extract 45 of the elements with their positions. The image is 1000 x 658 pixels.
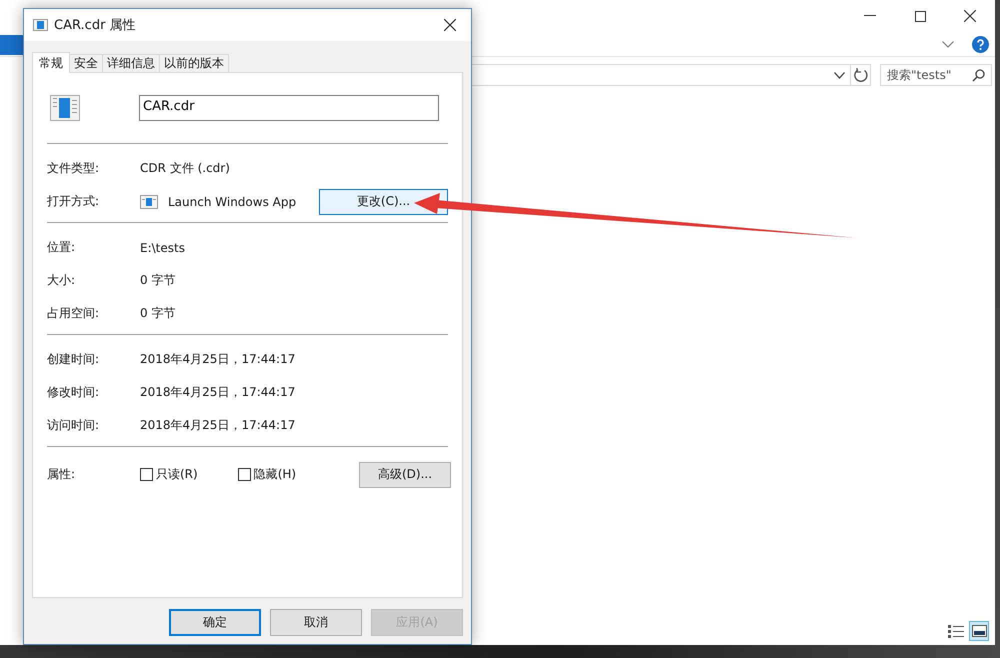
- advanced-button[interactable]: 高级(D)...: [359, 462, 451, 488]
- change-button[interactable]: 更改(C)...: [319, 188, 448, 214]
- field-value: 0 字节: [140, 305, 176, 322]
- field-value: 2018年4月25日，17:44:17: [140, 384, 296, 401]
- field-value: 0 字节: [140, 272, 176, 289]
- checkbox[interactable]: 只读(R): [140, 466, 198, 483]
- refresh-icon: [854, 68, 868, 82]
- file-type-icon: [50, 95, 80, 121]
- minimize-icon: [864, 15, 876, 17]
- chevron-down-icon[interactable]: [834, 72, 845, 78]
- search-icon: [972, 69, 985, 82]
- tab[interactable]: 安全: [69, 54, 103, 72]
- large-icons-view-icon: [972, 625, 986, 637]
- field-label: 占用空间:: [47, 305, 100, 322]
- checkbox[interactable]: 隐藏(H): [238, 466, 296, 483]
- file-name-field[interactable]: CAR.cdr: [139, 95, 439, 121]
- field-label: 打开方式:: [47, 193, 100, 210]
- help-icon[interactable]: [972, 36, 989, 52]
- maximize-icon: [914, 10, 926, 22]
- file-icon: [33, 19, 48, 31]
- tab[interactable]: 常规: [32, 52, 70, 73]
- field-label: 创建时间:: [47, 351, 100, 368]
- dialog-button[interactable]: 取消: [270, 609, 362, 636]
- field-value: E:\tests: [140, 240, 185, 254]
- field-value: Launch Windows App: [168, 194, 296, 208]
- search-field[interactable]: 搜索"tests": [880, 64, 992, 86]
- chevron-down-icon[interactable]: [942, 40, 954, 48]
- tab[interactable]: 详细信息: [102, 54, 160, 72]
- field-value: 2018年4月25日，17:44:17: [140, 351, 296, 368]
- field-label: 修改时间:: [47, 384, 100, 401]
- window-title: CAR.cdr 属性: [54, 17, 136, 34]
- tab[interactable]: 以前的版本: [159, 54, 229, 72]
- field-value: 2018年4月25日，17:44:17: [140, 417, 296, 434]
- field-value: CDR 文件 (.cdr): [140, 160, 230, 177]
- field-label: 属性:: [47, 466, 76, 483]
- field-label: 大小:: [47, 272, 76, 289]
- close-icon: [444, 19, 456, 31]
- close-icon: [964, 10, 976, 22]
- field-label: 访问时间:: [47, 417, 100, 434]
- refresh-button[interactable]: [851, 64, 871, 86]
- details-view-icon: [948, 624, 964, 638]
- field-label: 文件类型:: [47, 160, 100, 177]
- large-icons-view-button[interactable]: [969, 621, 989, 641]
- dialog-button[interactable]: 确定: [169, 609, 261, 636]
- field-label: 位置:: [47, 239, 76, 256]
